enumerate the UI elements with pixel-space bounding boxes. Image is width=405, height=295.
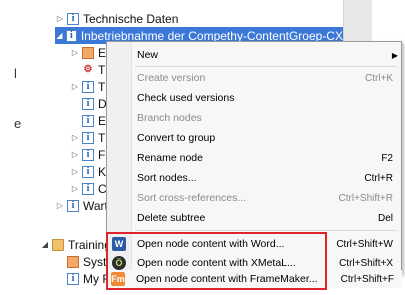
tree-node-d[interactable]: i D (70, 95, 107, 112)
info-icon: i (67, 12, 79, 25)
collapse-arrow-icon[interactable]: ◢ (40, 236, 50, 253)
tree-node-label: F (98, 147, 106, 162)
tree-node-label: E (98, 45, 107, 60)
info-icon: i (65, 29, 77, 42)
menu-item-branch-nodes[interactable]: Branch nodes (107, 109, 401, 127)
tree-node-technische-daten[interactable]: ▷ i Technische Daten (55, 10, 178, 27)
info-icon: i (82, 80, 94, 93)
tree-node-label: T (98, 79, 106, 94)
tree-node-c[interactable]: ▷ i C (70, 180, 107, 197)
menu-item-shortcut: Ctrl+Shift+X (339, 257, 393, 269)
menu-item-open-with-word[interactable]: W Open node content with Word... Ctrl+Sh… (107, 235, 401, 253)
info-icon: i (82, 148, 94, 161)
menu-item-label: Check used versions (137, 92, 235, 104)
left-edge-char-1: l (14, 66, 17, 81)
menu-item-shortcut: Ctrl+Shift+R (338, 192, 393, 204)
info-icon: i (82, 131, 94, 144)
menu-item-convert-to-group[interactable]: Convert to group (107, 129, 401, 147)
tree-node-t1[interactable]: ⚙ T (70, 61, 106, 78)
xmetal-icon: Ö (112, 256, 126, 270)
tree-node-t3[interactable]: ▷ i T (70, 129, 105, 146)
context-menu: New ▶ Create version Ctrl+K Check used v… (106, 41, 402, 274)
menu-item-label: Sort nodes... (137, 172, 197, 184)
info-icon: i (82, 114, 94, 127)
menu-item-label: Create version (137, 72, 206, 84)
menu-item-open-with-framemaker[interactable]: Fm Open node content with FrameMaker... … (106, 270, 402, 288)
expand-arrow-icon[interactable]: ▷ (70, 180, 80, 197)
system-module-icon (82, 46, 94, 59)
expand-arrow-icon[interactable]: ▷ (70, 146, 80, 163)
menu-item-shortcut: Del (377, 212, 393, 224)
left-edge-char-2: e (14, 116, 22, 131)
book-icon (52, 238, 64, 251)
menu-item-shortcut: Ctrl+Shift+F (340, 273, 394, 285)
menu-item-delete-subtree[interactable]: Delete subtree Del (107, 209, 401, 227)
tree-node-t2[interactable]: ▷ i T (70, 78, 105, 95)
submenu-arrow-icon: ▶ (391, 50, 398, 60)
tree-node-f[interactable]: ▷ i F (70, 146, 105, 163)
expand-arrow-icon[interactable]: ▷ (70, 129, 80, 146)
info-icon: i (67, 199, 79, 212)
expand-arrow-icon[interactable]: ▷ (70, 44, 80, 61)
tree-node-k[interactable]: ▷ i K (70, 163, 106, 180)
framemaker-icon: Fm (111, 272, 125, 286)
tree-node-label: T (98, 62, 106, 77)
menu-item-new[interactable]: New ▶ (107, 46, 401, 64)
system-module-icon (67, 255, 79, 268)
menu-item-label: Sort cross-references... (137, 192, 247, 204)
info-icon: i (67, 272, 79, 285)
tree-node-label: Technische Daten (83, 11, 179, 26)
tree-node-label: E (98, 113, 107, 128)
expand-arrow-icon[interactable]: ▷ (55, 10, 65, 27)
menu-item-label: Delete subtree (137, 212, 206, 224)
menu-separator (135, 230, 397, 231)
red-link-icon: ⚙ (83, 63, 93, 75)
menu-item-label: Branch nodes (137, 112, 202, 124)
menu-item-shortcut: F2 (381, 152, 393, 164)
menu-item-shortcut: Ctrl+K (364, 72, 393, 84)
menu-item-label: Open node content with Word... (137, 238, 285, 250)
tree-node-e2[interactable]: i E (70, 112, 106, 129)
menu-item-sort-cross-references[interactable]: Sort cross-references... Ctrl+Shift+R (107, 189, 401, 207)
menu-item-shortcut: Ctrl+Shift+W (336, 238, 393, 250)
menu-item-create-version[interactable]: Create version Ctrl+K (107, 69, 401, 87)
tree-node-label: T (98, 130, 106, 145)
menu-item-rename-node[interactable]: Rename node F2 (107, 149, 401, 167)
info-icon: i (82, 165, 94, 178)
tree-node-e1[interactable]: ▷ E (70, 44, 106, 61)
menu-separator (135, 66, 397, 67)
menu-item-label: Open node content with XMetaL... (137, 257, 296, 269)
menu-item-sort-nodes[interactable]: Sort nodes... Ctrl+R (107, 169, 401, 187)
menu-item-label: Convert to group (137, 132, 216, 144)
info-icon: i (82, 182, 94, 195)
menu-item-label: Rename node (137, 152, 203, 164)
collapse-arrow-icon[interactable]: ◢ (55, 27, 64, 44)
tree-node-label: Training (68, 237, 111, 252)
word-icon: W (112, 237, 126, 251)
tree-node-label: K (98, 164, 107, 179)
menu-item-label: Open node content with FrameMaker... (136, 273, 318, 285)
menu-item-label: New (137, 49, 159, 61)
expand-arrow-icon[interactable]: ▷ (70, 78, 80, 95)
info-icon: i (82, 97, 94, 110)
tree-node-training[interactable]: ◢ Training (40, 236, 111, 253)
menu-item-check-used-versions[interactable]: Check used versions (107, 89, 401, 107)
expand-arrow-icon[interactable]: ▷ (55, 197, 65, 214)
expand-arrow-icon[interactable]: ▷ (70, 163, 80, 180)
menu-item-shortcut: Ctrl+R (364, 172, 393, 184)
